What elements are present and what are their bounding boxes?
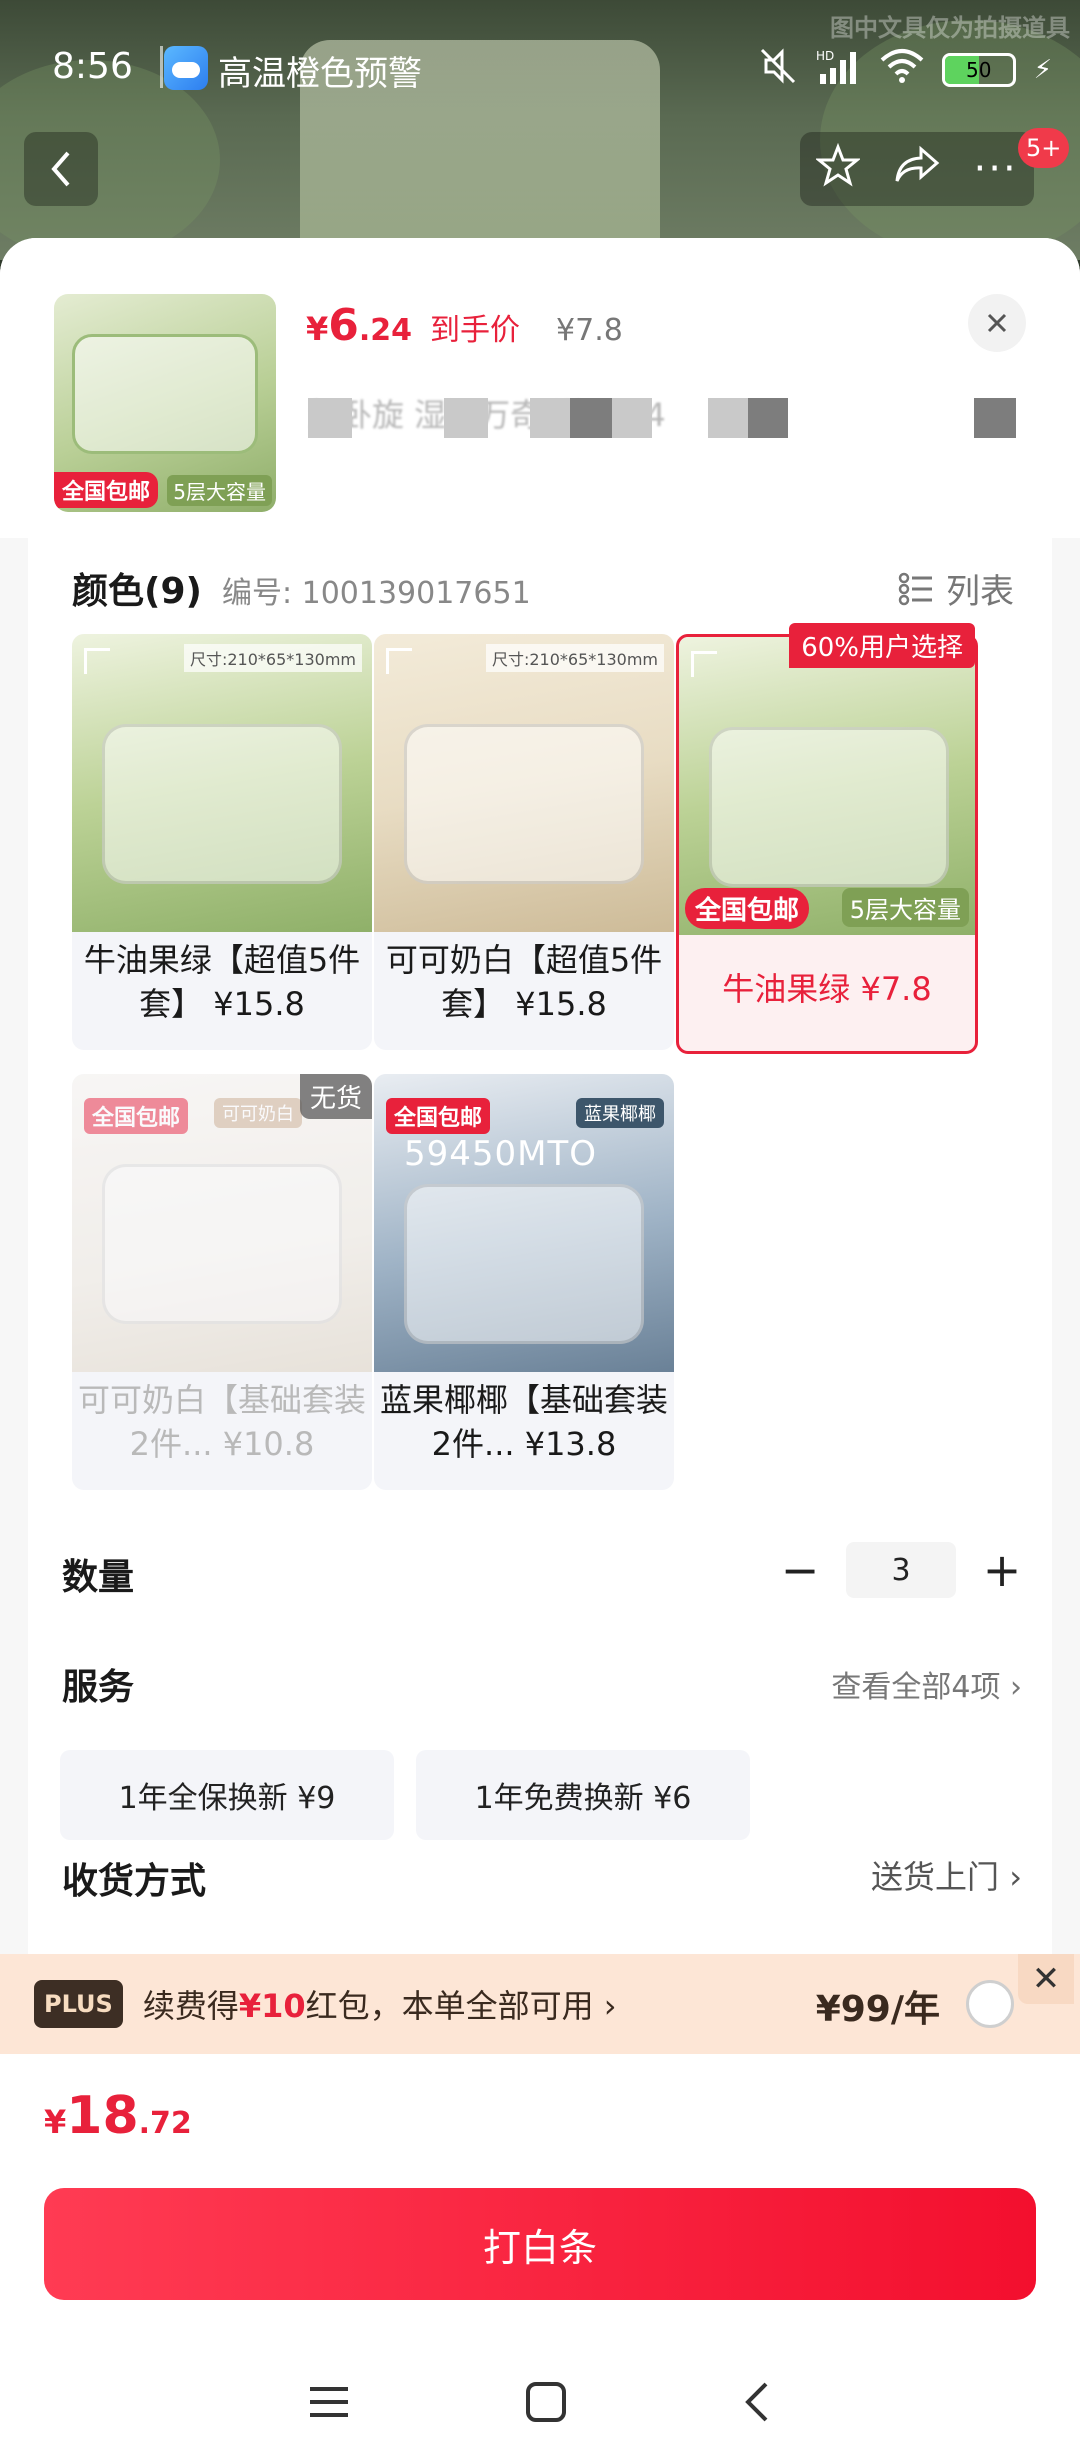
price-label: 到手价 bbox=[430, 313, 521, 348]
status-separator bbox=[160, 46, 163, 88]
quantity-title: 数量 bbox=[62, 1557, 135, 1598]
quantity-row: 数量 − + bbox=[62, 1534, 1022, 1614]
sku-option-1[interactable]: 尺寸:210*65*130mm 牛油果绿【超值5件套】 ¥15.8 bbox=[72, 634, 372, 1050]
service-view-all-link[interactable]: 查看全部4项 › bbox=[831, 1662, 1022, 1706]
sku-image: 尺寸:210*65*130mm bbox=[374, 634, 674, 932]
sku-option-4-out-of-stock[interactable]: 无货 全国包邮 可可奶白 可可奶白【基础套装2件... ¥10.8 bbox=[72, 1074, 372, 1490]
status-icons: HD 50 ⚡ bbox=[758, 46, 1052, 93]
price-decimal: .24 bbox=[358, 313, 413, 348]
sku-label: 牛油果绿【超值5件套】 ¥15.8 bbox=[83, 941, 361, 1023]
list-label: 列表 bbox=[946, 572, 1014, 612]
popular-choice-badge: 60%用户选择 bbox=[789, 623, 975, 668]
share-icon[interactable] bbox=[893, 143, 941, 196]
favorite-star-icon[interactable] bbox=[815, 142, 862, 196]
back-button[interactable] bbox=[24, 132, 98, 206]
mute-icon bbox=[758, 46, 798, 93]
total-integer: 18 bbox=[66, 2086, 139, 2146]
sku-content: 颜色(9) 编号: 100139017651 列表 尺寸:210*65*130m… bbox=[28, 534, 1052, 2004]
service-title: 服务 bbox=[62, 1667, 135, 1708]
color-title: 颜色(9) bbox=[72, 571, 202, 612]
wifi-icon bbox=[880, 48, 924, 91]
plus-price: ¥99/年 bbox=[815, 1989, 940, 2030]
original-price: ¥7.8 bbox=[556, 313, 623, 348]
quantity-input[interactable] bbox=[846, 1542, 956, 1598]
sku-brand-tag: 蓝果椰椰 bbox=[576, 1098, 664, 1128]
plus-tag: PLUS bbox=[34, 1980, 123, 2028]
shipping-row[interactable]: 收货方式 送货上门 › bbox=[62, 1852, 1022, 1912]
total-currency: ¥ bbox=[44, 2103, 67, 2141]
sku-option-3-selected[interactable]: 60%用户选择 全国包邮 5层大容量 牛油果绿 ¥7.8 bbox=[676, 623, 978, 1054]
list-view-toggle[interactable]: 列表 bbox=[898, 564, 1014, 613]
list-icon bbox=[898, 572, 932, 605]
svg-text:HD: HD bbox=[816, 49, 834, 63]
sku-option-2[interactable]: 尺寸:210*65*130mm 可可奶白【超值5件套】 ¥15.8 bbox=[374, 634, 674, 1050]
service-option-free-replacement[interactable]: 1年免费换新 ¥6 bbox=[416, 1750, 750, 1840]
sku-brand-tag: 可可奶白 bbox=[214, 1098, 302, 1128]
increment-button[interactable]: + bbox=[982, 1540, 1022, 1600]
sku-promo-tag: 全国包邮 bbox=[685, 888, 810, 929]
sku-size-text: 尺寸:210*65*130mm bbox=[485, 644, 664, 672]
close-icon bbox=[987, 313, 1007, 333]
sku-image: 全国包邮 蓝果椰椰 59450MTO bbox=[374, 1074, 674, 1372]
system-back-icon[interactable] bbox=[742, 2381, 772, 2427]
thumb-promo-tag: 全国包邮 bbox=[54, 472, 159, 508]
price-currency: ¥ bbox=[306, 310, 329, 348]
checkout-bar: ¥ 18 .72 打白条 bbox=[0, 2054, 1080, 2460]
sku-capacity-tag: 5层大容量 bbox=[841, 888, 969, 927]
sku-code-text: 59450MTO bbox=[404, 1134, 598, 1174]
sku-option-5[interactable]: 全国包邮 蓝果椰椰 59450MTO 蓝果椰椰【基础套装2件... ¥13.8 bbox=[374, 1074, 674, 1490]
service-options: 1年全保换新 ¥9 1年免费换新 ¥6 bbox=[60, 1750, 750, 1840]
sku-grid: 尺寸:210*65*130mm 牛油果绿【超值5件套】 ¥15.8 尺寸:210… bbox=[72, 623, 992, 1514]
price-integer: 6 bbox=[328, 300, 359, 351]
product-photo-background: 图中文具仅为拍摄道具 bbox=[0, 0, 1080, 260]
sku-promo-tag: 全国包邮 bbox=[386, 1098, 491, 1134]
battery-icon: 50 bbox=[941, 52, 1016, 87]
plus-offer-text: 续费得¥10红包，本单全部可用 › bbox=[142, 1987, 617, 2025]
plus-select-radio[interactable] bbox=[966, 1980, 1014, 2028]
decrement-button[interactable]: − bbox=[780, 1540, 820, 1600]
signal-icon: HD bbox=[816, 48, 862, 91]
shipping-title: 收货方式 bbox=[62, 1861, 207, 1902]
weather-icon bbox=[164, 46, 208, 90]
price-row: ¥ 6 .24 到手价 ¥7.8 bbox=[306, 300, 623, 351]
quantity-stepper: − + bbox=[780, 1540, 1022, 1600]
charging-icon: ⚡ bbox=[1033, 54, 1052, 85]
sku-size-text: 尺寸:210*65*130mm bbox=[183, 644, 362, 672]
weather-alert-text: 高温橙色预警 bbox=[218, 54, 422, 94]
total-price: ¥ 18 .72 bbox=[44, 2086, 192, 2146]
menu-icon[interactable] bbox=[308, 2384, 350, 2424]
status-time: 8:56 bbox=[52, 46, 133, 87]
home-icon[interactable] bbox=[525, 2381, 567, 2427]
color-section-header: 颜色(9) 编号: 100139017651 bbox=[72, 562, 531, 614]
sku-image: 全国包邮 5层大容量 bbox=[679, 637, 975, 935]
sheet-header: 全国包邮 5层大容量 ¥ 6 .24 到手价 ¥7.8 超卧旋 湿沥万奇 送24… bbox=[0, 238, 1080, 538]
status-bar: 8:56 高温橙色预警 HD 50 ⚡ bbox=[0, 40, 1080, 100]
total-decimal: .72 bbox=[138, 2106, 192, 2141]
sku-image: 尺寸:210*65*130mm bbox=[72, 634, 372, 932]
sku-promo-tag: 全国包邮 bbox=[84, 1098, 189, 1134]
out-of-stock-badge: 无货 bbox=[299, 1074, 372, 1119]
thumb-capacity-tag: 5层大容量 bbox=[167, 475, 272, 506]
top-actions: ··· bbox=[800, 132, 1034, 206]
service-option-full-protection[interactable]: 1年全保换新 ¥9 bbox=[60, 1750, 394, 1840]
sku-label: 可可奶白【超值5件套】 ¥15.8 bbox=[385, 941, 663, 1023]
system-navigation-bar bbox=[0, 2364, 1080, 2444]
close-button[interactable] bbox=[968, 294, 1026, 352]
sku-label: 牛油果绿 ¥7.8 bbox=[722, 970, 932, 1008]
service-row: 服务 查看全部4项 › bbox=[62, 1644, 1022, 1724]
chevron-left-icon bbox=[51, 151, 70, 187]
shipping-value: 送货上门 › bbox=[871, 1858, 1022, 1896]
sku-label: 可可奶白【基础套装2件... ¥10.8 bbox=[78, 1381, 367, 1463]
sku-label: 蓝果椰椰【基础套装2件... ¥13.8 bbox=[380, 1381, 669, 1463]
more-icon[interactable]: ··· bbox=[974, 146, 1018, 192]
photo-watermark: 图中文具仅为拍摄道具 bbox=[830, 14, 1070, 42]
product-thumbnail[interactable]: 全国包邮 5层大容量 bbox=[54, 294, 276, 512]
plus-banner-close-button[interactable]: ✕ bbox=[1018, 1954, 1074, 2004]
notification-badge: 5+ bbox=[1018, 128, 1070, 168]
pay-with-baitiao-button[interactable]: 打白条 bbox=[44, 2188, 1036, 2300]
product-title-blurred: 超卧旋 湿沥万奇 送2424 bbox=[308, 390, 1028, 438]
product-code: 编号: 100139017651 bbox=[221, 576, 531, 611]
plus-membership-banner[interactable]: PLUS 续费得¥10红包，本单全部可用 › ¥99/年 ✕ bbox=[0, 1954, 1080, 2054]
